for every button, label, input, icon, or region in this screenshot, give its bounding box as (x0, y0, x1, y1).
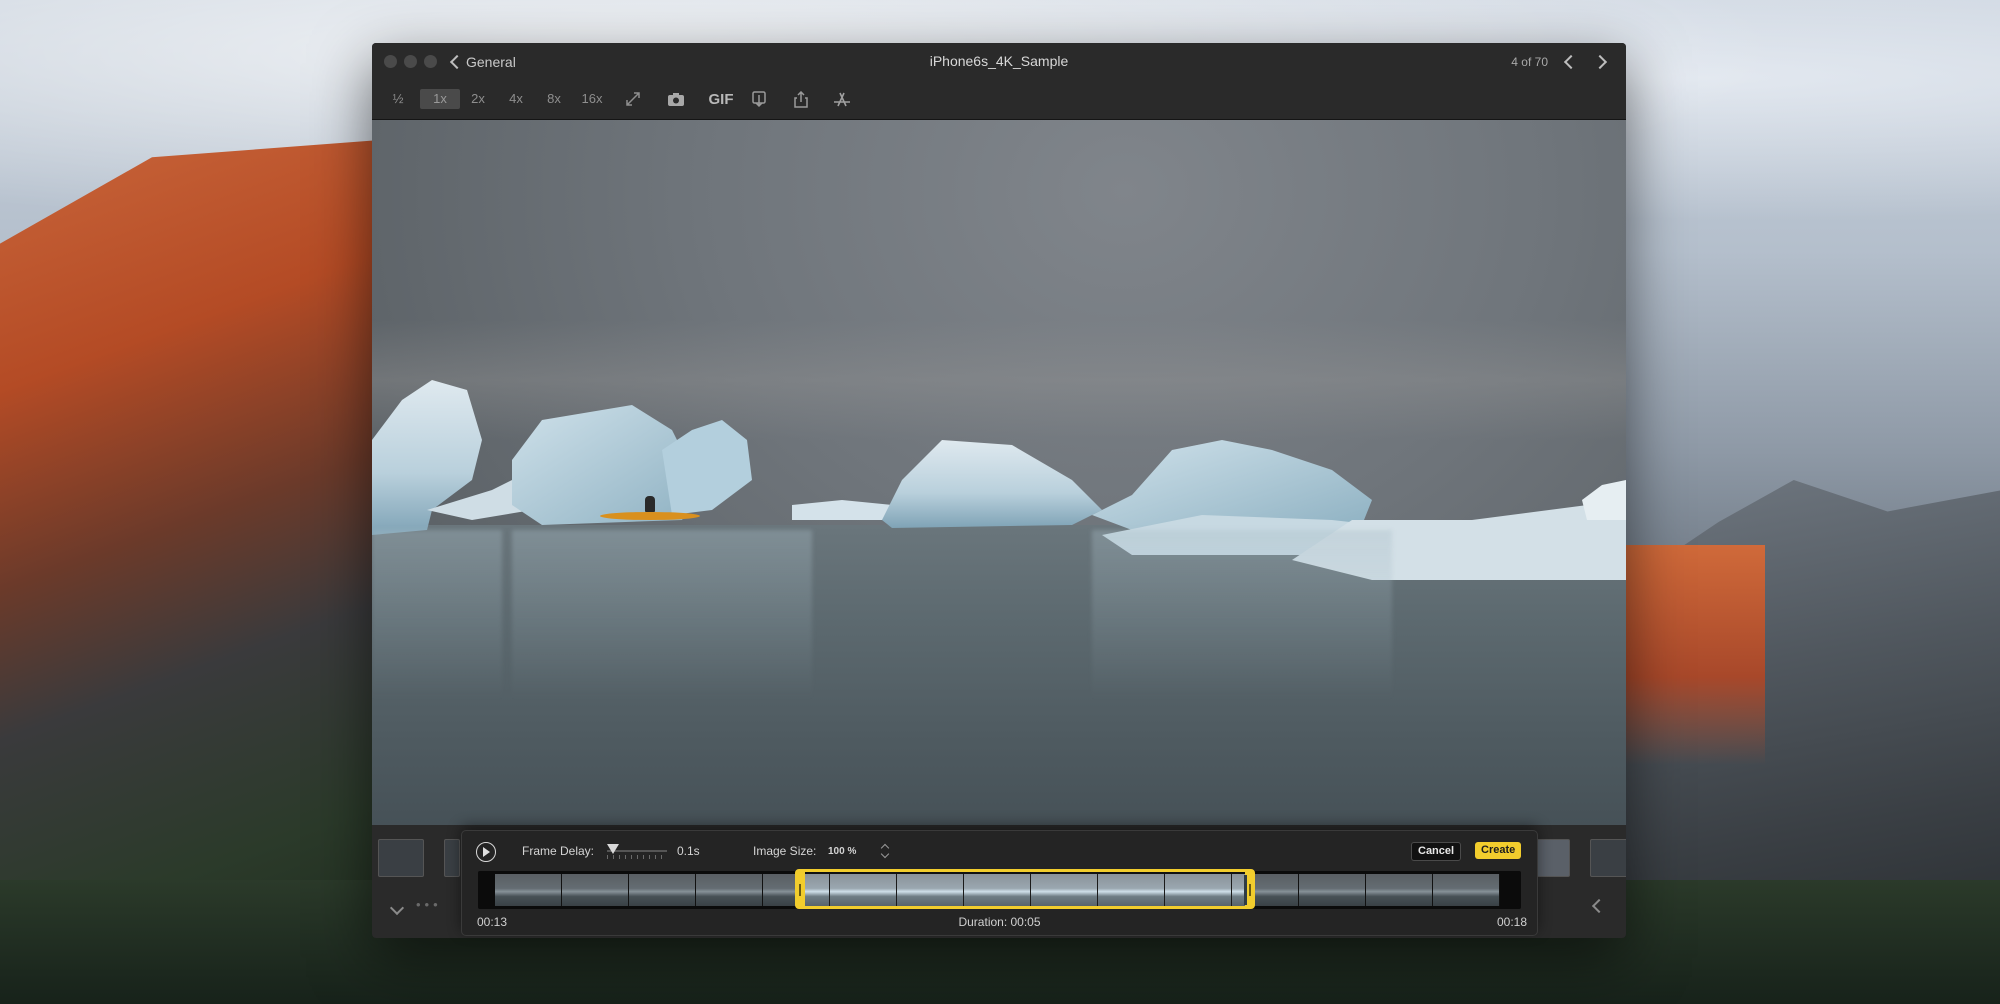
create-button[interactable]: Create (1475, 842, 1522, 859)
image-size-value[interactable]: 100 % (828, 846, 856, 857)
snapshot-button[interactable] (665, 88, 687, 110)
chevron-left-icon (1563, 54, 1579, 70)
fullscreen-icon (626, 92, 640, 106)
timeline-unselected-region (1255, 871, 1521, 909)
chevron-down-icon[interactable] (389, 900, 405, 916)
chevron-right-icon (1592, 54, 1608, 70)
camera-icon (668, 92, 684, 106)
image-counter: 4 of 70 (1511, 55, 1548, 69)
export-icon (752, 90, 766, 107)
photo-reflection (1092, 530, 1392, 700)
filmstrip-thumbnail[interactable] (444, 839, 460, 877)
wallpaper-cliff-left (0, 140, 380, 1004)
play-preview-button[interactable] (476, 842, 496, 862)
photo-reflection (372, 530, 502, 700)
photo-reflection (512, 530, 812, 700)
zoom-half-button[interactable]: ½ (386, 89, 410, 109)
duration-label: Duration: 00:05 (958, 915, 1041, 929)
export-frame-button[interactable] (748, 88, 770, 110)
window-title: iPhone6s_4K_Sample (929, 53, 1069, 69)
image-viewer[interactable] (372, 120, 1626, 825)
app-store-icon (834, 92, 850, 107)
wallpaper-sunlit-rock (1625, 545, 1765, 765)
app-window: General iPhone6s_4K_Sample 4 of 70 ½ 1x … (372, 43, 1626, 938)
photo-kayaker (645, 496, 655, 512)
app-store-button[interactable] (830, 88, 854, 110)
cancel-button[interactable]: Cancel (1411, 842, 1462, 861)
zoom-16x-button[interactable]: 16x (578, 89, 606, 109)
selection-start-handle[interactable] (799, 884, 801, 896)
zoom-8x-button[interactable]: 8x (542, 89, 566, 109)
frame-delay-label: Frame Delay: (522, 844, 595, 858)
playhead[interactable] (1244, 875, 1247, 905)
more-dots-icon: ••• (416, 897, 442, 912)
fullscreen-button[interactable] (622, 88, 644, 110)
image-size-stepper[interactable] (880, 842, 890, 860)
image-size-label: Image Size: (753, 844, 817, 858)
zoom-2x-button[interactable]: 2x (466, 89, 490, 109)
filmstrip-thumbnail[interactable] (1534, 839, 1570, 877)
gif-button[interactable]: GIF (704, 88, 738, 110)
title-bar: General iPhone6s_4K_Sample 4 of 70 (372, 43, 1626, 80)
next-image-button[interactable] (1589, 52, 1611, 72)
share-button[interactable] (790, 88, 812, 110)
frame-delay-slider-knob[interactable] (607, 844, 619, 854)
toolbar: ½ 1x 2x 4x 8x 16x GIF (372, 80, 1626, 120)
end-time: 00:18 (1496, 915, 1527, 929)
frame-delay-value: 0.1s (677, 844, 700, 858)
selection-end-handle[interactable] (1249, 884, 1251, 896)
zoom-4x-button[interactable]: 4x (504, 89, 528, 109)
share-icon (794, 90, 808, 108)
selection-range[interactable] (795, 869, 1255, 909)
filmstrip-thumbnail[interactable] (378, 839, 424, 877)
gif-creation-panel: Frame Delay: 0.1s Image Size: 100 % Canc… (461, 830, 1538, 936)
gif-icon: GIF (708, 90, 734, 108)
frame-delay-ticks (607, 855, 667, 859)
previous-image-button[interactable] (1559, 52, 1581, 72)
filmstrip-thumbnail[interactable] (1590, 839, 1626, 877)
chevron-left-icon[interactable] (1591, 898, 1607, 914)
timeline-unselected-region (478, 871, 795, 909)
zoom-1x-button[interactable]: 1x (420, 89, 460, 109)
photo-kayak (600, 512, 700, 520)
